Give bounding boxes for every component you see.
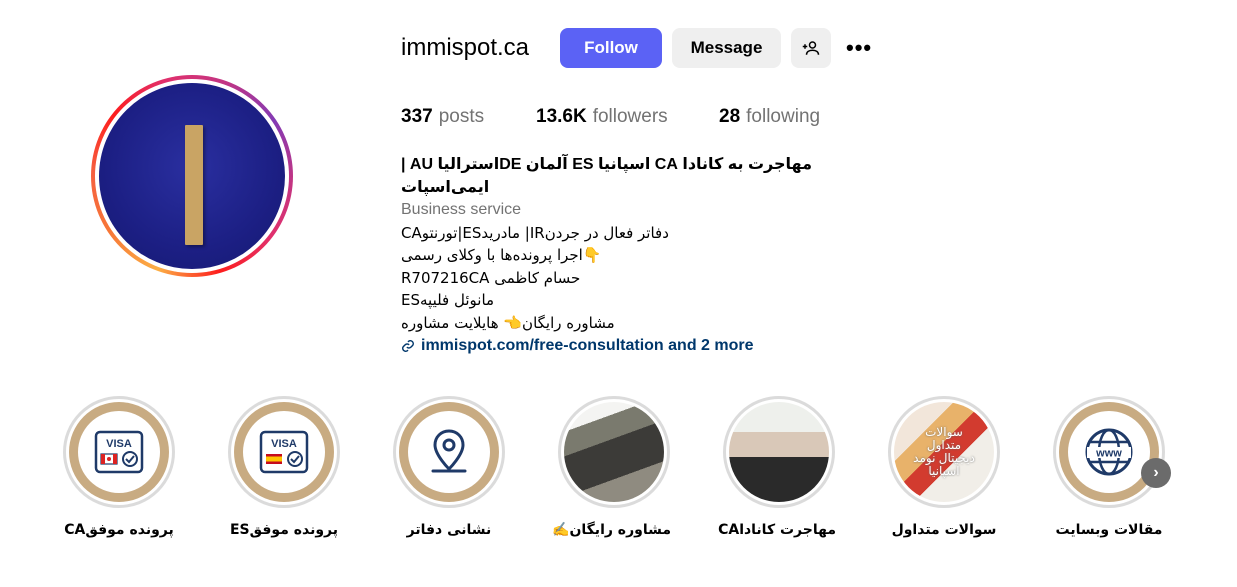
following-stat[interactable]: 28 following <box>719 106 820 128</box>
svg-text:VISA: VISA <box>106 438 132 450</box>
followers-stat[interactable]: 13.6K followers <box>536 106 719 128</box>
profile-stats: 337 posts 13.6K followers 28 following <box>401 106 820 128</box>
profile-bio: مهاجرت به کانادا CA اسپانیا ES آلمان DEا… <box>401 154 861 358</box>
bio-line: 👇اجرا پرونده‌ها با وکلای رسمی <box>401 246 602 264</box>
bio-line: حسام کاظمی R707216CA <box>401 268 581 287</box>
highlight-canada-immigration[interactable]: مهاجرت کاناداCA <box>718 396 836 538</box>
highlight-label: پرونده موفقES <box>229 522 339 538</box>
profile-avatar[interactable] <box>91 75 293 277</box>
svg-text:VISA: VISA <box>271 438 297 450</box>
faq-photo-text: سوالات متداول دیجیتال نومد اسپانیا <box>913 425 975 478</box>
consultation-photo <box>564 402 664 502</box>
chevron-right-icon: › <box>1153 464 1159 481</box>
posts-stat[interactable]: 337 posts <box>401 106 536 128</box>
more-options-button[interactable]: ••• <box>846 36 876 60</box>
add-user-button[interactable] <box>791 28 831 68</box>
highlight-label: پرونده موفقCA <box>64 522 174 538</box>
profile-category: Business service <box>401 201 522 218</box>
bio-line: دفاتر فعال در جردنIR| مادریدES|تورنتوCA <box>401 223 669 242</box>
bio-line: مشاوره رایگان👈 هایلایت مشاوره <box>401 313 615 332</box>
add-user-icon <box>802 41 820 55</box>
highlights-next-button[interactable]: › <box>1141 458 1171 488</box>
svg-text:www: www <box>1095 448 1122 460</box>
follow-button[interactable]: Follow <box>560 28 662 68</box>
highlight-label: مهاجرت کاناداCA <box>718 522 836 538</box>
map-pin-icon <box>431 429 467 473</box>
avatar-logo <box>99 83 285 269</box>
highlight-label: مشاوره رایگان✍️ <box>552 522 671 538</box>
bio-link[interactable]: immispot.com/free-consultation and 2 mor… <box>401 335 861 358</box>
highlight-label: سوالات متداول <box>891 522 997 538</box>
visa-spain-icon: VISA <box>259 430 309 474</box>
visa-canada-icon: VISA <box>94 430 144 474</box>
highlight-visa-spain[interactable]: VISA پرونده موفقES <box>227 396 341 538</box>
highlight-label: مقالات وبسایت <box>1055 522 1163 538</box>
highlight-visa-canada[interactable]: VISA پرونده موفقCA <box>62 396 176 538</box>
logo-bar <box>185 125 203 245</box>
username: immispot.ca <box>401 34 530 61</box>
highlight-office-address[interactable]: نشانی دفاتر <box>392 396 506 538</box>
www-globe-icon: www <box>1085 428 1133 476</box>
highlight-faq[interactable]: سوالات متداول دیجیتال نومد اسپانیا سوالا… <box>887 396 1001 538</box>
woman-photo <box>729 402 829 502</box>
bio-line: ESمانوئل فلیپه <box>401 291 495 309</box>
highlight-label: نشانی دفاتر <box>406 522 492 538</box>
link-icon <box>402 340 414 353</box>
highlight-free-consultation[interactable]: مشاوره رایگان✍️ <box>552 396 671 538</box>
faq-photo: سوالات متداول دیجیتال نومد اسپانیا <box>894 402 994 502</box>
profile-name: مهاجرت به کانادا CA اسپانیا ES آلمان DEا… <box>401 156 812 196</box>
message-button[interactable]: Message <box>672 28 781 68</box>
